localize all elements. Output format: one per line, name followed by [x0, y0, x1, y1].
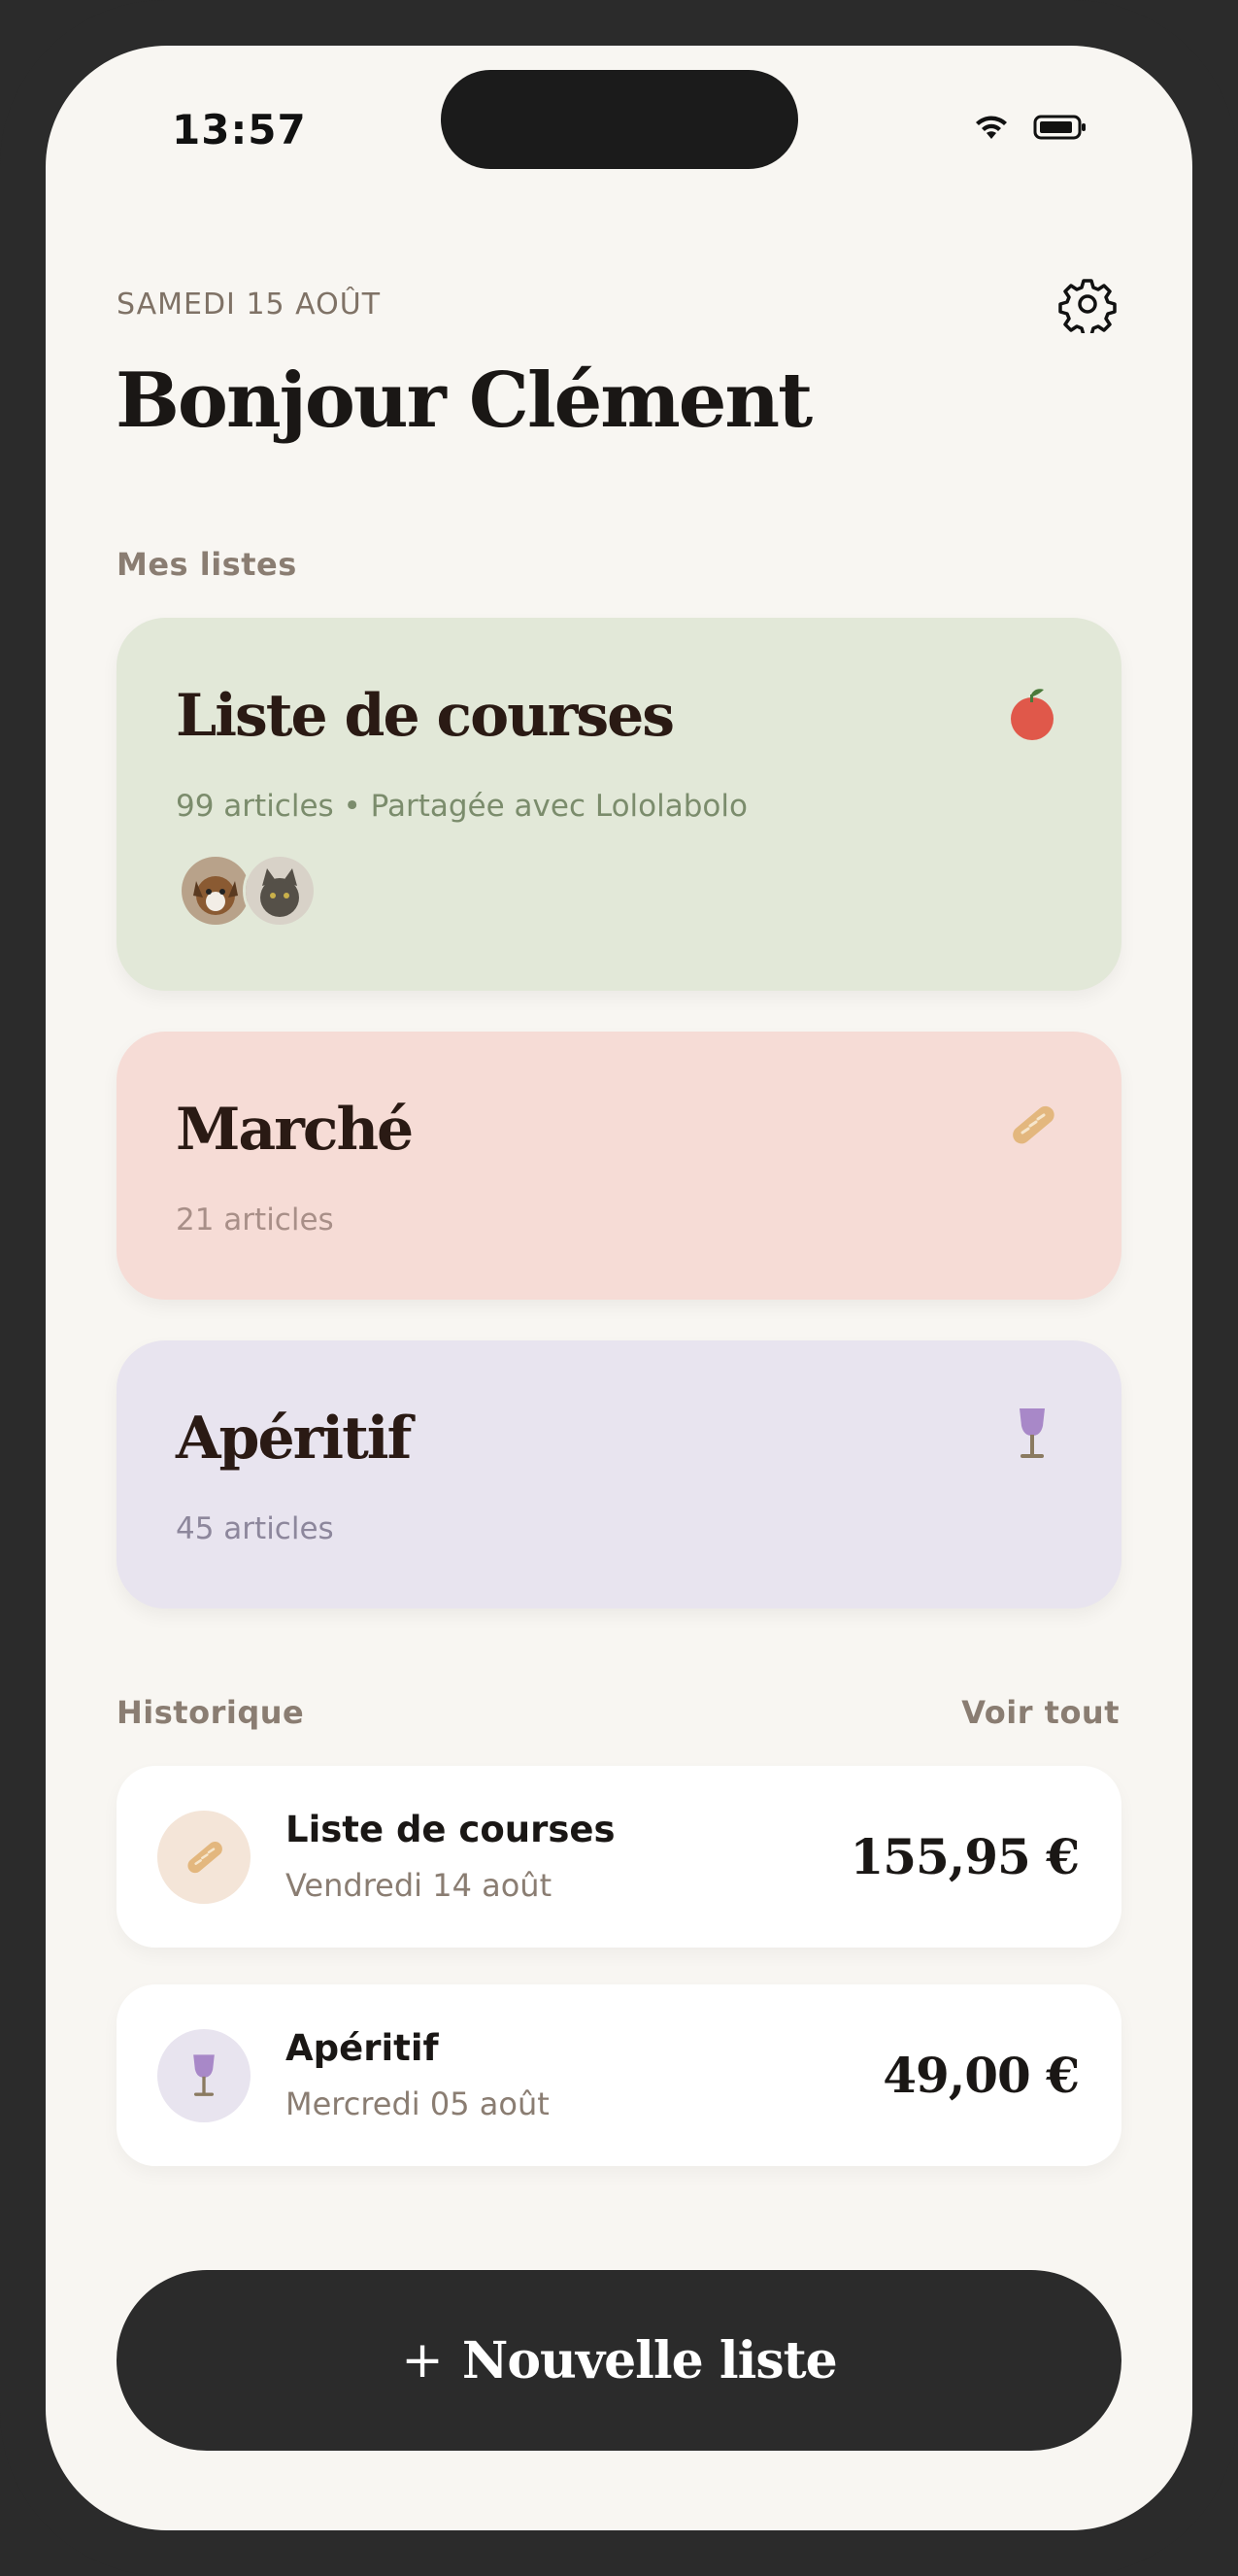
see-all-link[interactable]: Voir tout	[961, 1694, 1120, 1731]
list-card-marche[interactable]: Marché 21 articles	[117, 1032, 1121, 1300]
plus-icon: +	[401, 2331, 444, 2390]
baguette-icon	[1013, 1105, 1054, 1144]
list-card-aperitif[interactable]: Apéritif 45 articles	[117, 1340, 1121, 1609]
history-item-amount: 155,95 €	[850, 1828, 1080, 1885]
list-card-subtitle: 45 articles	[176, 1511, 334, 1546]
history-item-aperitif[interactable]: Apéritif Mercredi 05 août 49,00 €	[117, 1984, 1121, 2166]
gear-icon[interactable]	[1058, 275, 1117, 333]
current-date: SAMEDI 15 AOÛT	[117, 288, 382, 322]
list-card-title: Liste de courses	[176, 682, 675, 750]
history-item-date: Mercredi 05 août	[285, 2085, 550, 2122]
list-card-title: Marché	[176, 1096, 414, 1164]
lists-section-label: Mes listes	[117, 546, 297, 583]
history-item-date: Vendredi 14 août	[285, 1867, 552, 1904]
wine-glass-icon	[1020, 1408, 1045, 1458]
avatar-dog	[179, 854, 252, 928]
history-item-title: Liste de courses	[285, 1809, 616, 1850]
wine-glass-icon	[193, 2054, 215, 2096]
tomato-icon	[1011, 689, 1054, 740]
history-item-icon-wrap	[157, 2029, 251, 2122]
avatar-cat	[243, 854, 317, 928]
baguette-icon	[187, 1842, 222, 1874]
list-card-courses[interactable]: Liste de courses 99 articles • Partagée …	[117, 618, 1121, 991]
list-card-subtitle: 21 articles	[176, 1203, 334, 1237]
list-card-title: Apéritif	[176, 1405, 412, 1473]
battery-icon	[1033, 115, 1086, 140]
history-item-amount: 49,00 €	[883, 2047, 1080, 2104]
history-item-courses[interactable]: Liste de courses Vendredi 14 août 155,95…	[117, 1766, 1121, 1948]
shared-users-avatars	[179, 854, 317, 928]
history-item-icon-wrap	[157, 1811, 251, 1904]
list-card-subtitle: 99 articles • Partagée avec Lololabolo	[176, 789, 748, 824]
dynamic-island	[441, 70, 798, 169]
page-title: Bonjour Clément	[116, 356, 813, 445]
wifi-icon	[976, 116, 1007, 139]
new-list-label: Nouvelle liste	[461, 2330, 838, 2390]
status-time: 13:57	[172, 106, 307, 153]
history-item-title: Apéritif	[285, 2027, 439, 2069]
history-section-label: Historique	[117, 1694, 305, 1731]
status-icons	[973, 114, 1087, 141]
new-list-button[interactable]: + Nouvelle liste	[117, 2270, 1121, 2451]
